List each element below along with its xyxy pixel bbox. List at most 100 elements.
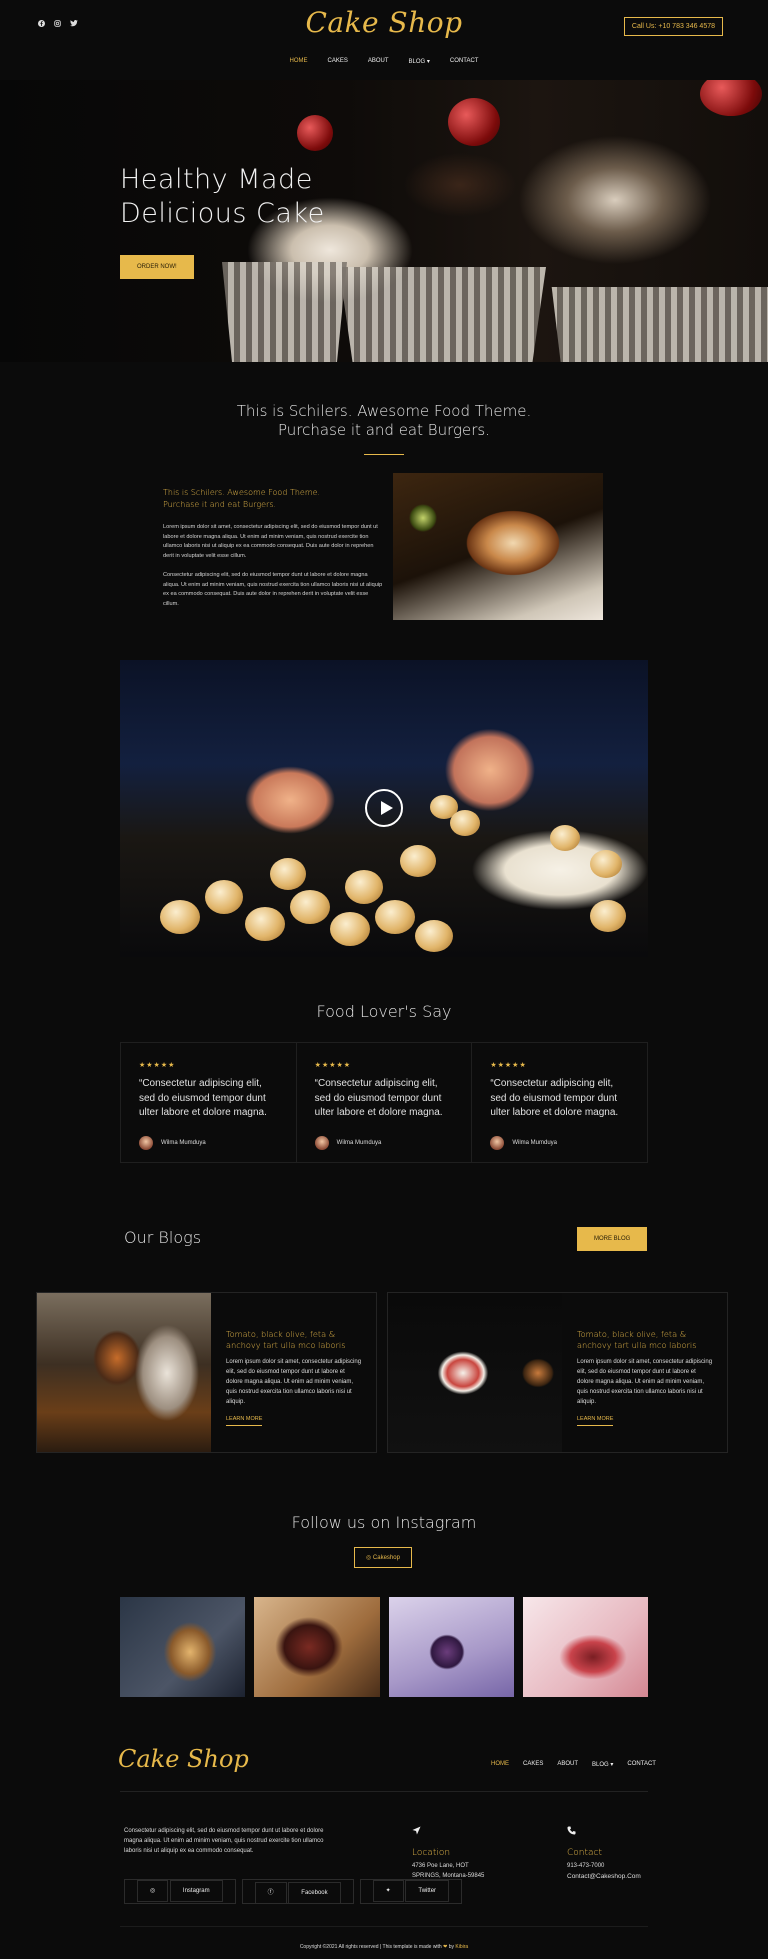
blog-body: Tomato, black olive, feta & anchovy tart…	[211, 1293, 376, 1452]
footer-nav-blog-label: BLOG	[592, 1762, 609, 1768]
testimonial-card: ★★★★★ “Consectetur adipiscing elit, sed …	[472, 1043, 647, 1162]
learn-more-link[interactable]: LEARN MORE	[226, 1416, 263, 1426]
instagram-gallery	[120, 1597, 648, 1697]
instagram-photo[interactable]	[120, 1597, 246, 1697]
location-line1: 4736 Poe Lane, HOT	[412, 1863, 469, 1869]
twitter-button[interactable]: ✦ Twitter	[359, 1879, 463, 1904]
avatar	[139, 1136, 153, 1150]
contact-phone[interactable]: 913-473-7000	[567, 1863, 604, 1869]
blog-image[interactable]	[37, 1293, 211, 1452]
brand-link[interactable]: Kibira	[455, 1944, 468, 1950]
nav-home[interactable]: HOME	[290, 58, 308, 65]
cupcake-wrapper-center	[339, 267, 546, 362]
instagram-button[interactable]: ◎ Instagram	[124, 1879, 236, 1904]
about-heading-line2: Purchase it and eat Burgers.	[278, 421, 490, 439]
order-now-button[interactable]: ORDER NOW!	[120, 255, 194, 279]
contact-details: 913-473-7000 Contact@Cakeshop.Com	[567, 1862, 641, 1882]
pastry-image	[245, 907, 285, 941]
instagram-button-label: Cakeshop	[372, 1555, 400, 1561]
pastry-image	[375, 900, 415, 934]
blog-card: Tomato, black olive, feta & anchovy tart…	[387, 1292, 728, 1453]
cake-image	[393, 473, 603, 620]
hero-title-line1: Healthy Made	[120, 164, 313, 195]
nav-about[interactable]: ABOUT	[368, 58, 389, 65]
about-heading: This is Schilers. Awesome Food Theme. Pu…	[0, 402, 768, 440]
nav-blog[interactable]: BLOG ▾	[409, 58, 430, 65]
main-nav: HOME CAKES ABOUT BLOG ▾ CONTACT	[0, 58, 768, 65]
about-paragraph: Consectetur adipiscing elit, sed do eius…	[163, 572, 383, 607]
pastry-image	[345, 870, 383, 904]
author-name: Wilma Mumduya	[336, 1140, 382, 1146]
site-header: Cake Shop Call Us: +10 783 346 4578 HOME…	[0, 0, 768, 80]
about-subheading: This is Schilers. Awesome Food Theme. Pu…	[163, 487, 383, 511]
testimonial-author: Wilma Mumduya	[490, 1136, 557, 1150]
divider	[364, 454, 404, 455]
footer-logo[interactable]: Cake Shop	[118, 1745, 249, 1773]
about-section: This is Schilers. Awesome Food Theme. Pu…	[0, 362, 768, 662]
hero-title-line2: Delicious Cake	[120, 198, 325, 229]
pastry-image	[270, 858, 306, 890]
cherry-image	[297, 115, 333, 151]
testimonials-title: Food Lover's Say	[316, 1002, 452, 1021]
testimonial-card: ★★★★★ “Consectetur adipiscing elit, sed …	[297, 1043, 473, 1162]
instagram-title: Follow us on Instagram	[291, 1513, 477, 1532]
pastry-image	[590, 850, 622, 878]
footer-nav-about[interactable]: ABOUT	[557, 1761, 578, 1768]
instagram-photo[interactable]	[254, 1597, 380, 1697]
pastry-image	[205, 880, 243, 914]
blog-title[interactable]: Tomato, black olive, feta & anchovy tart…	[226, 1329, 363, 1351]
hero-title: Healthy Made Delicious Cake	[120, 163, 325, 231]
more-blog-button[interactable]: MORE BLOG	[577, 1227, 648, 1251]
about-paragraph: Lorem ipsum dolor sit amet, consectetur …	[163, 524, 378, 559]
nav-blog-label: BLOG	[408, 59, 426, 65]
video-section	[120, 660, 648, 957]
hero-banner: Healthy Made Delicious Cake ORDER NOW!	[0, 80, 768, 362]
instagram-icon[interactable]	[54, 20, 61, 27]
location-line2: SPRINGS, Montana-59845	[412, 1872, 485, 1879]
testimonial-author: Wilma Mumduya	[314, 1136, 382, 1150]
avatar	[490, 1136, 505, 1150]
footer-location: Location 4736 Poe Lane, HOT SPRINGS, Mon…	[412, 1826, 484, 1881]
blogs-title: Our Blogs	[124, 1228, 202, 1247]
footer-nav-cakes[interactable]: CAKES	[523, 1761, 543, 1768]
testimonial-quote: “Consectetur adipiscing elit, sed do eiu…	[139, 1078, 267, 1118]
nav-contact[interactable]: CONTACT	[450, 58, 479, 65]
site-logo[interactable]: Cake Shop	[305, 6, 462, 39]
instagram-photo[interactable]	[522, 1597, 648, 1697]
footer-bottom-divider	[120, 1926, 648, 1927]
facebook-icon[interactable]	[38, 20, 45, 27]
pastry-image	[415, 920, 453, 952]
testimonial-author: Wilma Mumduya	[139, 1136, 206, 1150]
instagram-icon: ◎	[366, 1555, 372, 1561]
blog-image[interactable]	[388, 1293, 562, 1452]
call-us-button[interactable]: Call Us: +10 783 346 4578	[623, 17, 723, 36]
social-links	[38, 20, 78, 27]
footer-social-buttons: ◎ Instagram ⓕ Facebook ✦ Twitter	[124, 1879, 463, 1904]
about-subheading-line2: Purchase it and eat Burgers.	[163, 500, 277, 509]
footer-nav-blog[interactable]: BLOG ▾	[592, 1761, 613, 1768]
twitter-label: Twitter	[405, 1880, 450, 1902]
twitter-icon: ✦	[372, 1880, 404, 1902]
play-icon[interactable]	[365, 789, 403, 827]
testimonial-quote: “Consectetur adipiscing elit, sed do eiu…	[314, 1078, 443, 1118]
blog-excerpt: Lorem ipsum dolor sit amet, consectetur …	[577, 1359, 713, 1405]
instagram-follow-button[interactable]: ◎ Cakeshop	[354, 1547, 412, 1568]
blog-body: Tomato, black olive, feta & anchovy tart…	[562, 1293, 727, 1452]
testimonials-list: ★★★★★ “Consectetur adipiscing elit, sed …	[120, 1042, 648, 1163]
footer-nav-contact[interactable]: CONTACT	[627, 1761, 656, 1768]
footer-nav-home[interactable]: HOME	[491, 1761, 509, 1768]
footer-about: Consectetur adipiscing elit, sed do eius…	[124, 1828, 324, 1854]
footer-nav: HOME CAKES ABOUT BLOG ▾ CONTACT	[491, 1761, 656, 1768]
learn-more-link[interactable]: LEARN MORE	[577, 1416, 614, 1426]
blog-title[interactable]: Tomato, black olive, feta & anchovy tart…	[577, 1329, 714, 1351]
location-address: 4736 Poe Lane, HOT SPRINGS, Montana-5984…	[412, 1862, 484, 1881]
cherry-image	[700, 80, 762, 116]
instagram-photo[interactable]	[388, 1597, 514, 1697]
footer-contact: Contact 913-473-7000 Contact@Cakeshop.Co…	[567, 1826, 641, 1882]
nav-cakes[interactable]: CAKES	[328, 58, 348, 65]
twitter-icon[interactable]	[70, 20, 78, 27]
facebook-button[interactable]: ⓕ Facebook	[241, 1879, 354, 1904]
contact-email[interactable]: Contact@Cakeshop.Com	[567, 1873, 641, 1880]
cupcake-wrapper-left	[222, 262, 347, 362]
cherry-image	[448, 98, 500, 146]
